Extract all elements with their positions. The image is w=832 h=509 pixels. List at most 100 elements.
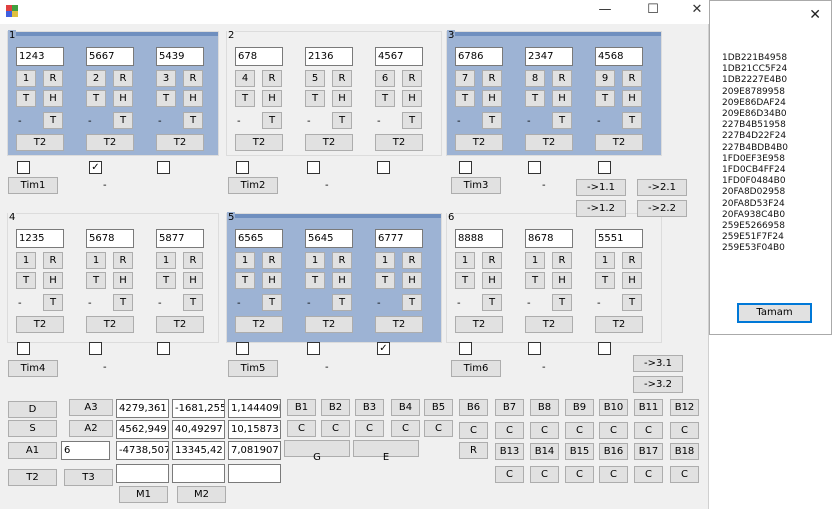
t2-button[interactable]: T2 bbox=[235, 134, 283, 151]
h-button[interactable]: H bbox=[183, 272, 203, 289]
a2-button[interactable]: A2 bbox=[69, 420, 113, 437]
t-small-button[interactable]: T bbox=[262, 294, 282, 311]
matrix-cell-textbox[interactable]: 10,15873 bbox=[228, 420, 281, 439]
arrow-button[interactable]: ->3.2 bbox=[633, 376, 683, 393]
t-button[interactable]: T bbox=[235, 90, 255, 107]
b-button[interactable]: B10 bbox=[599, 399, 628, 416]
value-textbox[interactable]: 4568 bbox=[595, 47, 643, 66]
t2-button[interactable]: T2 bbox=[235, 316, 283, 333]
t2-button[interactable]: T2 bbox=[86, 134, 134, 151]
t-small-button[interactable]: T bbox=[43, 112, 63, 129]
t-small-button[interactable]: T bbox=[402, 112, 422, 129]
number-button[interactable]: 4 bbox=[235, 70, 255, 87]
b-button[interactable]: B5 bbox=[424, 399, 453, 416]
t2-button[interactable]: T2 bbox=[305, 134, 353, 151]
t-button[interactable]: T bbox=[305, 272, 325, 289]
number-button[interactable]: 1 bbox=[16, 70, 36, 87]
r-button[interactable]: R bbox=[622, 70, 642, 87]
t-small-button[interactable]: T bbox=[552, 112, 572, 129]
value-textbox[interactable]: 6565 bbox=[235, 229, 283, 248]
matrix-cell-textbox[interactable] bbox=[116, 464, 169, 483]
c-button[interactable]: C bbox=[391, 420, 420, 437]
value-textbox[interactable]: 8678 bbox=[525, 229, 573, 248]
t2-button[interactable]: T2 bbox=[16, 316, 64, 333]
panel-checkbox[interactable] bbox=[236, 342, 249, 355]
t2-button[interactable]: T2 bbox=[595, 134, 643, 151]
value-textbox[interactable]: 8888 bbox=[455, 229, 503, 248]
t-button[interactable]: T bbox=[305, 90, 325, 107]
arrow-button[interactable]: ->1.2 bbox=[576, 200, 626, 217]
number-button[interactable]: 1 bbox=[455, 252, 475, 269]
timer-button[interactable]: Tim2 bbox=[228, 177, 278, 194]
b-button[interactable]: B13 bbox=[495, 443, 524, 460]
matrix-cell-textbox[interactable]: -4738,507 bbox=[116, 441, 169, 460]
panel-checkbox[interactable] bbox=[89, 342, 102, 355]
t-button[interactable]: T bbox=[595, 90, 615, 107]
h-button[interactable]: H bbox=[402, 272, 422, 289]
r-button[interactable]: R bbox=[552, 70, 572, 87]
b-button[interactable]: B8 bbox=[530, 399, 559, 416]
matrix-cell-textbox[interactable] bbox=[172, 464, 225, 483]
r-button[interactable]: R bbox=[402, 70, 422, 87]
b-button[interactable]: B4 bbox=[391, 399, 420, 416]
r-button[interactable]: R bbox=[262, 70, 282, 87]
t2-button[interactable]: T2 bbox=[525, 134, 573, 151]
t-small-button[interactable]: T bbox=[113, 112, 133, 129]
arrow-button[interactable]: ->2.2 bbox=[637, 200, 687, 217]
h-button[interactable]: H bbox=[622, 90, 642, 107]
t-button[interactable]: T bbox=[455, 272, 475, 289]
minimize-button[interactable]: — bbox=[585, 0, 625, 22]
b-button[interactable]: B9 bbox=[565, 399, 594, 416]
panel-checkbox[interactable] bbox=[459, 342, 472, 355]
number-button[interactable]: 1 bbox=[595, 252, 615, 269]
c-button[interactable]: C bbox=[634, 422, 663, 439]
h-button[interactable]: H bbox=[482, 272, 502, 289]
r-button[interactable]: R bbox=[262, 252, 282, 269]
b-button[interactable]: B11 bbox=[634, 399, 663, 416]
matrix-cell-textbox[interactable]: 1,144409E bbox=[228, 399, 281, 418]
panel-checkbox[interactable] bbox=[157, 161, 170, 174]
number-button[interactable]: 1 bbox=[235, 252, 255, 269]
timer-button[interactable]: Tim6 bbox=[451, 360, 501, 377]
b-button[interactable]: B14 bbox=[530, 443, 559, 460]
number-button[interactable]: 9 bbox=[595, 70, 615, 87]
t2-button[interactable]: T2 bbox=[86, 316, 134, 333]
c-button[interactable]: C bbox=[599, 422, 628, 439]
t2-button[interactable]: T2 bbox=[595, 316, 643, 333]
a1-value-textbox[interactable]: 6 bbox=[61, 441, 110, 460]
t-small-button[interactable]: T bbox=[262, 112, 282, 129]
matrix-cell-textbox[interactable]: 7,081907 bbox=[228, 441, 281, 460]
c-button[interactable]: C bbox=[459, 422, 488, 439]
r-button[interactable]: R bbox=[552, 252, 572, 269]
panel-checkbox[interactable] bbox=[377, 161, 390, 174]
b-button[interactable]: B2 bbox=[321, 399, 350, 416]
maximize-button[interactable]: ☐ bbox=[633, 0, 673, 22]
t-button[interactable]: T bbox=[86, 90, 106, 107]
panel-checkbox[interactable] bbox=[598, 342, 611, 355]
panel-checkbox[interactable] bbox=[528, 342, 541, 355]
h-button[interactable]: H bbox=[113, 90, 133, 107]
number-button[interactable]: 1 bbox=[375, 252, 395, 269]
t-button[interactable]: T bbox=[86, 272, 106, 289]
t3-button[interactable]: T3 bbox=[64, 469, 113, 486]
h-button[interactable]: H bbox=[43, 272, 63, 289]
b-button[interactable]: B3 bbox=[355, 399, 384, 416]
m2-button[interactable]: M2 bbox=[177, 486, 226, 503]
b-button[interactable]: B7 bbox=[495, 399, 524, 416]
t-button[interactable]: T bbox=[156, 90, 176, 107]
c-button[interactable]: C bbox=[355, 420, 384, 437]
t-button[interactable]: T bbox=[455, 90, 475, 107]
h-button[interactable]: H bbox=[332, 90, 352, 107]
h-button[interactable]: H bbox=[332, 272, 352, 289]
r-button[interactable]: R bbox=[113, 70, 133, 87]
t-button[interactable]: T bbox=[525, 90, 545, 107]
value-textbox[interactable]: 5667 bbox=[86, 47, 134, 66]
t2-button[interactable]: T2 bbox=[455, 316, 503, 333]
t-small-button[interactable]: T bbox=[332, 112, 352, 129]
t-small-button[interactable]: T bbox=[622, 294, 642, 311]
number-button[interactable]: 5 bbox=[305, 70, 325, 87]
value-textbox[interactable]: 5551 bbox=[595, 229, 643, 248]
value-textbox[interactable]: 4567 bbox=[375, 47, 423, 66]
timer-button[interactable]: Tim4 bbox=[8, 360, 58, 377]
h-button[interactable]: H bbox=[402, 90, 422, 107]
